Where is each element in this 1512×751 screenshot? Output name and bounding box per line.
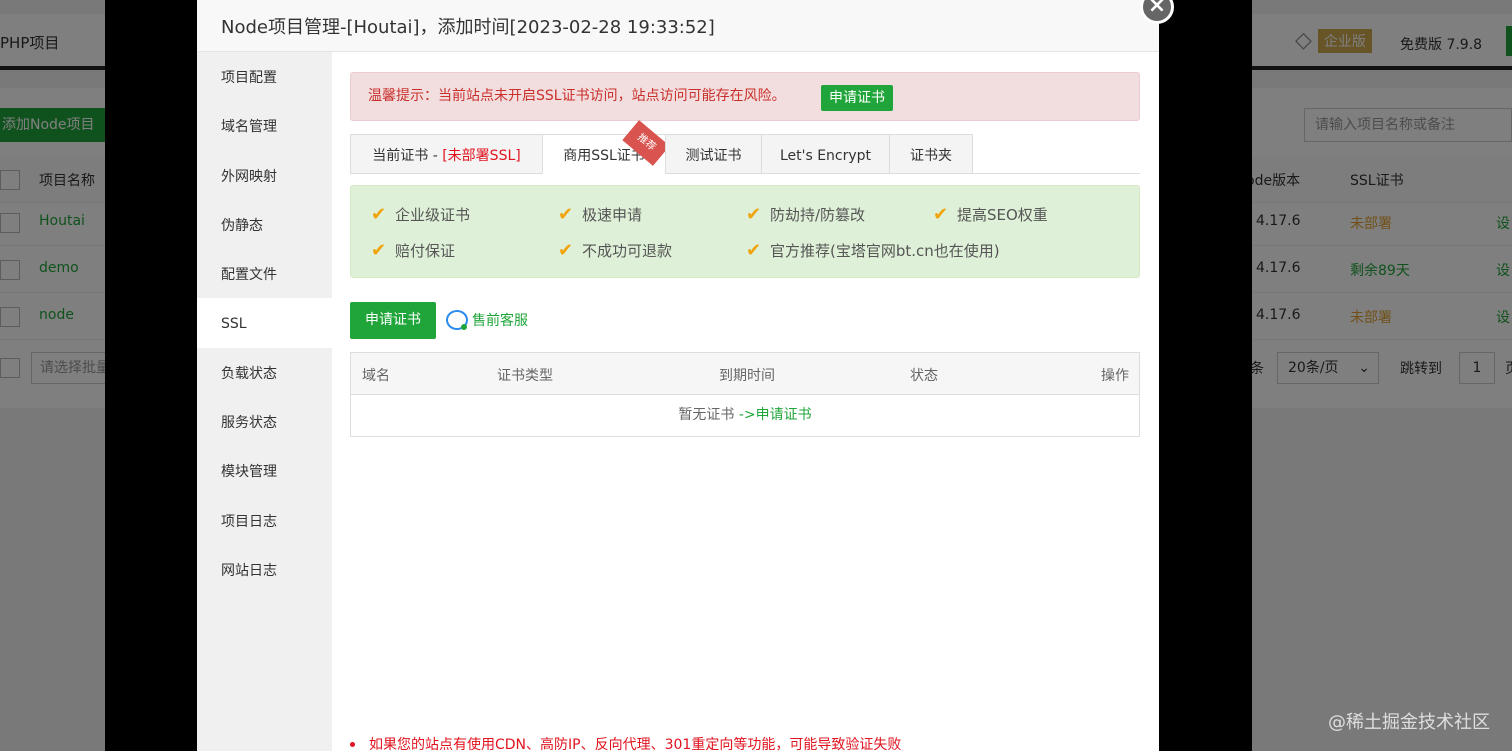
chat-icon [446, 310, 468, 330]
check-icon: ✔ [371, 204, 387, 225]
empty-apply-link[interactable]: ->申请证书 [739, 407, 812, 423]
check-icon: ✔ [746, 204, 762, 225]
ssl-panel: 温馨提示：当前站点未开启SSL证书访问，站点访问可能存在风险。 申请证书 当前证… [350, 72, 1140, 437]
feature-item: ✔ 极速申请 [558, 204, 643, 225]
feature-item: ✔ 不成功可退款 [558, 240, 673, 261]
header-action: 操作 [1101, 368, 1129, 384]
tab-label: 当前证书 - [372, 148, 443, 164]
check-icon: ✔ [558, 240, 574, 261]
feature-item: ✔ 企业级证书 [371, 204, 471, 225]
header-status: 状态 [910, 368, 938, 384]
feature-item: ✔ 官方推荐(宝塔官网bt.cn也在使用) [746, 240, 1000, 261]
presale-service-link[interactable]: 售前客服 [446, 310, 528, 330]
feature-item: ✔ 提高SEO权重 [933, 204, 1048, 225]
sidebar-item-project-log[interactable]: 项目日志 [197, 496, 332, 545]
tab-current-cert[interactable]: 当前证书 - [未部署SSL] [350, 134, 543, 174]
ssl-actions: 申请证书 售前客服 [350, 302, 1140, 340]
header-cert-type: 证书类型 [497, 368, 553, 384]
ssl-tabs: 当前证书 - [未部署SSL] 商用SSL证书 推荐 测试证书 Let's En… [350, 120, 1140, 174]
note-text: 如果您的站点有使用CDN、高防IP、反向代理、301重定向等功能，可能导致验证失… [369, 737, 902, 751]
cert-table: 域名 证书类型 到期时间 状态 操作 暂无证书 ->申请证书 [350, 352, 1140, 437]
cert-table-empty-row: 暂无证书 ->申请证书 [351, 395, 1139, 436]
header-expiry: 到期时间 [719, 368, 775, 384]
node-project-modal: Node项目管理-[Houtai]，添加时间[2023-02-28 19:33:… [197, 0, 1159, 751]
tab-status: [未部署SSL] [442, 148, 521, 164]
sidebar-item-domain[interactable]: 域名管理 [197, 101, 332, 150]
cert-table-header: 域名 证书类型 到期时间 状态 操作 [351, 353, 1139, 395]
feature-item: ✔ 赔付保证 [371, 240, 456, 261]
check-icon: ✔ [558, 204, 574, 225]
alert-apply-button[interactable]: 申请证书 [821, 85, 893, 111]
ssl-warning-alert: 温馨提示：当前站点未开启SSL证书访问，站点访问可能存在风险。 申请证书 [350, 72, 1140, 121]
sidebar-item-ssl[interactable]: SSL [197, 298, 332, 348]
sidebar-item-modules[interactable]: 模块管理 [197, 446, 332, 495]
feature-item: ✔ 防劫持/防篡改 [746, 204, 866, 225]
sidebar-item-load-status[interactable]: 负载状态 [197, 348, 332, 397]
bullet-icon [350, 741, 355, 747]
apply-cert-button[interactable]: 申请证书 [350, 302, 436, 339]
watermark: @稀土掘金技术社区 [1328, 712, 1490, 733]
sidebar-item-project-config[interactable]: 项目配置 [197, 52, 332, 101]
tab-cert-folder[interactable]: 证书夹 [889, 134, 973, 174]
tab-test-cert[interactable]: 测试证书 [665, 134, 762, 174]
modal-sidebar: 项目配置 域名管理 外网映射 伪静态 配置文件 SSL 负载状态 服务状态 模块… [197, 52, 332, 751]
modal-title: Node项目管理-[Houtai]，添加时间[2023-02-28 19:33:… [197, 0, 1159, 52]
presale-label: 售前客服 [472, 313, 528, 329]
alert-text: 温馨提示：当前站点未开启SSL证书访问，站点访问可能存在风险。 [368, 88, 786, 104]
cdn-warning-note: 如果您的站点有使用CDN、高防IP、反向代理、301重定向等功能，可能导致验证失… [350, 734, 901, 751]
header-domain: 域名 [362, 368, 390, 384]
sidebar-item-config-file[interactable]: 配置文件 [197, 249, 332, 298]
sidebar-item-external-mapping[interactable]: 外网映射 [197, 151, 332, 200]
check-icon: ✔ [933, 204, 949, 225]
sidebar-item-service-status[interactable]: 服务状态 [197, 397, 332, 446]
features-box: ✔ 企业级证书 ✔ 极速申请 ✔ 防劫持/防篡改 ✔ 提高SEO权重 ✔ 赔付保证 ✔ 不成… [350, 185, 1140, 278]
tab-lets-encrypt[interactable]: Let's Encrypt [761, 134, 890, 174]
check-icon: ✔ [746, 240, 762, 261]
check-icon: ✔ [371, 240, 387, 261]
empty-text: 暂无证书 [678, 407, 735, 423]
sidebar-item-site-log[interactable]: 网站日志 [197, 545, 332, 594]
sidebar-item-rewrite[interactable]: 伪静态 [197, 200, 332, 249]
